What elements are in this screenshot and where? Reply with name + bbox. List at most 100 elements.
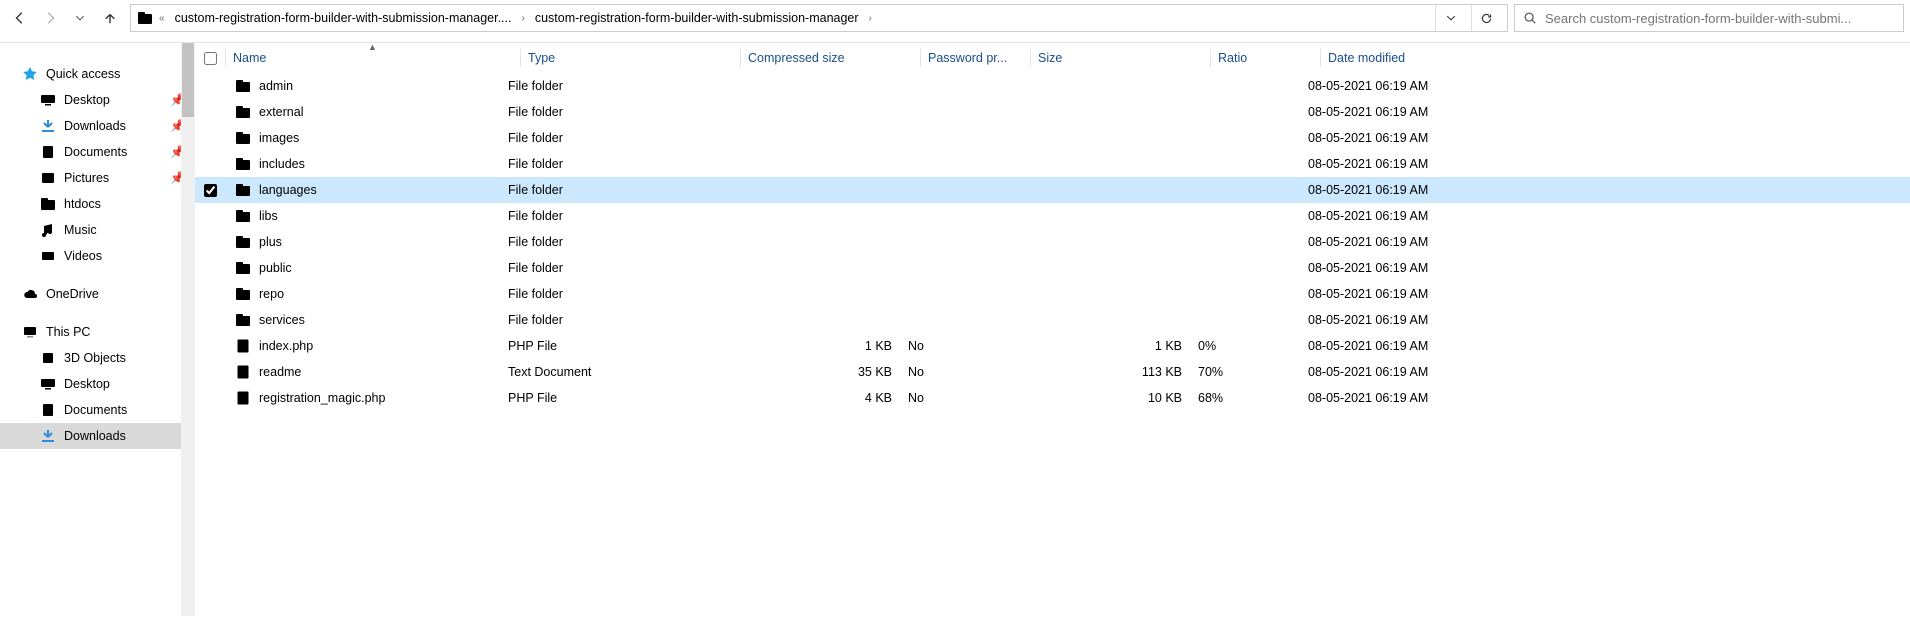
cell-password: No xyxy=(900,339,1010,353)
cell-ratio: 70% xyxy=(1190,365,1300,379)
cell-date: 08-05-2021 06:19 AM xyxy=(1300,235,1520,249)
nav-item-pictures[interactable]: Pictures📌 xyxy=(0,165,195,191)
quick-access-icon xyxy=(22,66,38,82)
cell-compressed: 35 KB xyxy=(720,365,900,379)
table-row[interactable]: libsFile folder08-05-2021 06:19 AM xyxy=(195,203,1910,229)
folder-icon xyxy=(233,234,253,250)
nav-this-pc[interactable]: This PC xyxy=(0,319,195,345)
doc-icon xyxy=(40,144,56,160)
table-row[interactable]: readmeText Document35 KBNo113 KB70%08-05… xyxy=(195,359,1910,385)
nav-label: Quick access xyxy=(46,67,120,81)
table-row[interactable]: registration_magic.phpPHP File4 KBNo10 K… xyxy=(195,385,1910,411)
table-row[interactable]: publicFile folder08-05-2021 06:19 AM xyxy=(195,255,1910,281)
nav-item-downloads[interactable]: Downloads xyxy=(0,423,195,449)
select-all-checkbox[interactable] xyxy=(195,52,225,65)
cell-name: index.php xyxy=(225,338,500,354)
cell-name: external xyxy=(225,104,500,120)
folder-icon xyxy=(233,286,253,302)
breadcrumb[interactable]: custom-registration-form-builder-with-su… xyxy=(171,11,516,25)
column-header-size[interactable]: Size xyxy=(1030,43,1210,73)
nav-label: Downloads xyxy=(64,119,126,133)
column-header-type[interactable]: Type xyxy=(520,43,740,73)
cell-type: File folder xyxy=(500,313,720,327)
cell-type: File folder xyxy=(500,157,720,171)
cell-type: File folder xyxy=(500,131,720,145)
search-box[interactable] xyxy=(1514,4,1904,32)
cell-date: 08-05-2021 06:19 AM xyxy=(1300,339,1520,353)
nav-item-downloads[interactable]: Downloads📌 xyxy=(0,113,195,139)
cell-name: libs xyxy=(225,208,500,224)
download-icon xyxy=(40,118,56,134)
chevron-left-icon: « xyxy=(159,13,165,24)
cell-type: PHP File xyxy=(500,339,720,353)
table-row[interactable]: plusFile folder08-05-2021 06:19 AM xyxy=(195,229,1910,255)
chevron-right-icon: › xyxy=(521,13,524,24)
nav-item-desktop[interactable]: Desktop📌 xyxy=(0,87,195,113)
nav-label: Music xyxy=(64,223,97,237)
nav-item-3d-objects[interactable]: 3D Objects xyxy=(0,345,195,371)
cell-name: services xyxy=(225,312,500,328)
search-icon xyxy=(1523,11,1537,25)
folder-icon xyxy=(233,130,253,146)
scrollbar-thumb[interactable] xyxy=(182,43,194,117)
address-bar[interactable]: « custom-registration-form-builder-with-… xyxy=(130,4,1508,32)
nav-item-htdocs[interactable]: htdocs xyxy=(0,191,195,217)
folder-icon xyxy=(40,196,56,212)
folder-icon xyxy=(233,208,253,224)
column-header-ratio[interactable]: Ratio xyxy=(1210,43,1320,73)
txt-icon xyxy=(233,364,253,380)
nav-quick-access[interactable]: Quick access xyxy=(0,61,195,87)
table-row[interactable]: languagesFile folder08-05-2021 06:19 AM xyxy=(195,177,1910,203)
column-header-name[interactable]: ▲ Name xyxy=(225,43,520,73)
row-checkbox[interactable] xyxy=(195,184,225,197)
folder-icon xyxy=(233,104,253,120)
nav-label: This PC xyxy=(46,325,90,339)
nav-label: Downloads xyxy=(64,429,126,443)
toolbar: « custom-registration-form-builder-with-… xyxy=(0,0,1910,36)
breadcrumb[interactable]: custom-registration-form-builder-with-su… xyxy=(531,11,863,25)
forward-button[interactable] xyxy=(36,4,64,32)
table-row[interactable]: index.phpPHP File1 KBNo1 KB0%08-05-2021 … xyxy=(195,333,1910,359)
column-header-row: ▲ Name Type Compressed size Password pr.… xyxy=(195,43,1910,73)
refresh-button[interactable] xyxy=(1471,4,1501,32)
cell-type: File folder xyxy=(500,235,720,249)
nav-group xyxy=(6,4,124,32)
nav-onedrive[interactable]: OneDrive xyxy=(0,281,195,307)
cell-date: 08-05-2021 06:19 AM xyxy=(1300,79,1520,93)
column-header-password[interactable]: Password pr... xyxy=(920,43,1030,73)
nav-item-desktop[interactable]: Desktop xyxy=(0,371,195,397)
nav-label: Desktop xyxy=(64,93,110,107)
pc-icon xyxy=(22,324,38,340)
table-row[interactable]: imagesFile folder08-05-2021 06:19 AM xyxy=(195,125,1910,151)
table-row[interactable]: repoFile folder08-05-2021 06:19 AM xyxy=(195,281,1910,307)
cell-size: 10 KB xyxy=(1010,391,1190,405)
nav-item-videos[interactable]: Videos xyxy=(0,243,195,269)
desktop-icon xyxy=(40,92,56,108)
history-dropdown-button[interactable] xyxy=(1435,4,1465,32)
search-input[interactable] xyxy=(1545,11,1895,26)
cell-name: public xyxy=(225,260,500,276)
cell-date: 08-05-2021 06:19 AM xyxy=(1300,313,1520,327)
nav-item-music[interactable]: Music xyxy=(0,217,195,243)
nav-label: Documents xyxy=(64,403,127,417)
up-button[interactable] xyxy=(96,4,124,32)
table-row[interactable]: servicesFile folder 08-05-2021 06:19 AM xyxy=(195,307,1910,333)
nav-item-documents[interactable]: Documents📌 xyxy=(0,139,195,165)
music-icon xyxy=(40,222,56,238)
navpane-scrollbar[interactable] xyxy=(181,43,195,616)
recent-locations-button[interactable] xyxy=(66,4,94,32)
cell-date: 08-05-2021 06:19 AM xyxy=(1300,105,1520,119)
nav-label: Videos xyxy=(64,249,102,263)
cell-name: registration_magic.php xyxy=(225,390,500,406)
table-row[interactable]: externalFile folder08-05-2021 06:19 AM xyxy=(195,99,1910,125)
table-row[interactable]: includesFile folder08-05-2021 06:19 AM xyxy=(195,151,1910,177)
table-row[interactable]: adminFile folder08-05-2021 06:19 AM xyxy=(195,73,1910,99)
column-header-compressed[interactable]: Compressed size xyxy=(740,43,920,73)
nav-label: OneDrive xyxy=(46,287,99,301)
nav-item-documents[interactable]: Documents xyxy=(0,397,195,423)
back-button[interactable] xyxy=(6,4,34,32)
cell-ratio: 0% xyxy=(1190,339,1300,353)
cell-compressed: 4 KB xyxy=(720,391,900,405)
column-header-date[interactable]: Date modified xyxy=(1320,43,1540,73)
cell-name: images xyxy=(225,130,500,146)
